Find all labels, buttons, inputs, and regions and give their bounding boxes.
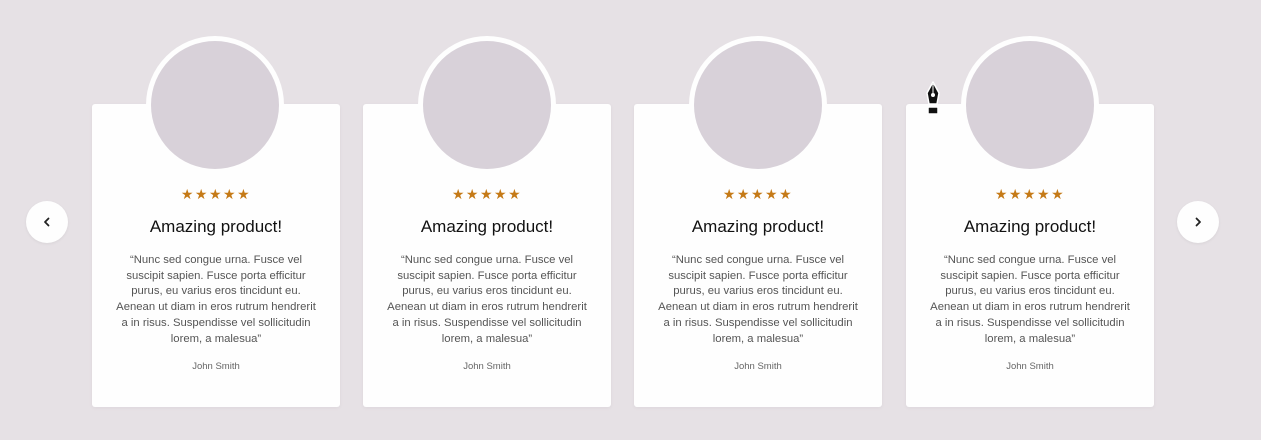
- testimonial-author: John Smith: [1006, 361, 1054, 372]
- chevron-left-icon: [44, 217, 50, 227]
- carousel-next-button[interactable]: [1177, 201, 1219, 243]
- avatar-frame: [689, 36, 827, 174]
- testimonial-author: John Smith: [192, 361, 240, 372]
- testimonial-title: Amazing product!: [149, 217, 283, 236]
- avatar-frame: [146, 36, 284, 174]
- rating-stars: ★★★★★: [722, 187, 794, 203]
- testimonial-quote: “Nunc sed congue urna. Fusce vel suscipi…: [116, 254, 316, 345]
- testimonial-title: Amazing product!: [420, 217, 554, 236]
- pen-tool-cursor-icon: [926, 81, 940, 115]
- testimonial-author: John Smith: [734, 361, 782, 372]
- rating-stars: ★★★★★: [180, 187, 252, 203]
- avatar-frame: [961, 36, 1099, 174]
- rating-stars: ★★★★★: [451, 187, 523, 203]
- testimonial-title: Amazing product!: [691, 217, 825, 236]
- testimonial-carousel: ★★★★★ Amazing product! “Nunc sed congue …: [0, 0, 1261, 440]
- avatar: [151, 41, 279, 169]
- chevron-right-icon: [1195, 217, 1201, 227]
- carousel-prev-button[interactable]: [26, 201, 68, 243]
- avatar-frame: [418, 36, 556, 174]
- testimonial-quote: “Nunc sed congue urna. Fusce vel suscipi…: [387, 254, 587, 345]
- testimonial-author: John Smith: [463, 361, 511, 372]
- avatar: [966, 41, 1094, 169]
- avatar: [694, 41, 822, 169]
- avatar: [423, 41, 551, 169]
- testimonial-title: Amazing product!: [963, 217, 1097, 236]
- rating-stars: ★★★★★: [994, 187, 1066, 203]
- testimonial-quote: “Nunc sed congue urna. Fusce vel suscipi…: [930, 254, 1130, 345]
- testimonial-quote: “Nunc sed congue urna. Fusce vel suscipi…: [658, 254, 858, 345]
